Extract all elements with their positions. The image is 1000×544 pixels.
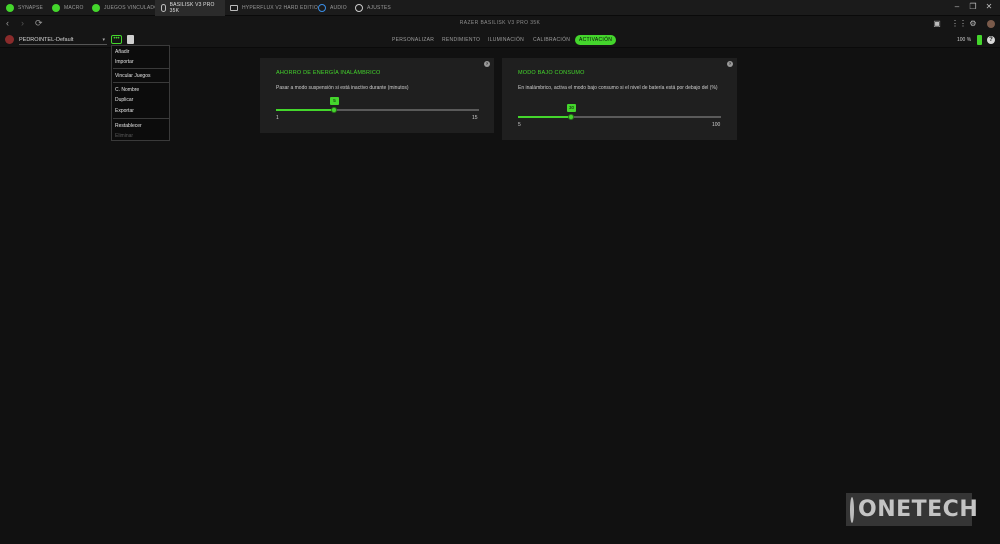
synapse-icon	[6, 4, 14, 12]
apps-grid-icon[interactable]: ⋮⋮	[951, 20, 967, 28]
help-icon[interactable]: ?	[987, 36, 995, 44]
gear-icon	[355, 4, 363, 12]
tab-settings[interactable]: AJUSTES	[355, 0, 391, 16]
tab-linked-games[interactable]: JUEGOS VINCULADOS	[92, 0, 162, 16]
menu-divider	[113, 82, 169, 83]
device-title: RAZER BASILISK V3 PRO 35K	[459, 20, 541, 26]
slider-max: 15	[472, 115, 478, 121]
help-icon[interactable]: ?	[727, 61, 733, 67]
games-icon	[92, 4, 100, 12]
profile-select[interactable]: PEDROINTEL-Default ▾	[19, 35, 107, 45]
tab-label: BASILISK V3 PRO 35K	[169, 2, 215, 14]
tab-label: AJUSTES	[367, 5, 391, 11]
sleep-slider-fill	[276, 109, 334, 111]
watermark-text: ONETECH	[858, 497, 979, 522]
low-power-slider-handle[interactable]	[568, 114, 575, 120]
tab-label: HYPERFLUX V2 HARD EDITIO	[242, 5, 318, 11]
tab-iluminacion[interactable]: ILUMINACIÓN	[488, 35, 524, 45]
tab-label: SYNAPSE	[18, 5, 44, 11]
watermark: ONETECH	[846, 493, 978, 526]
app-tab-bar: SYNAPSE MACRO JUEGOS VINCULADOS BASILISK…	[0, 0, 1000, 16]
clipboard-icon[interactable]	[127, 35, 134, 44]
nav-bar: ‹ › ⟳ RAZER BASILISK V3 PRO 35K ▣ ⋮⋮ ⚙	[0, 16, 1000, 32]
profile-name: PEDROINTEL-Default	[19, 36, 74, 43]
tab-rendimiento[interactable]: RENDIMIENTO	[442, 35, 480, 45]
help-icon[interactable]: ?	[484, 61, 490, 67]
tab-hyperflux[interactable]: HYPERFLUX V2 HARD EDITIO	[230, 0, 318, 16]
mouse-icon	[161, 4, 166, 12]
panel-description: En inalámbrico, activa el modo bajo cons…	[518, 85, 718, 91]
wireless-power-saving-panel: AHORRO DE ENERGÍA INALÁMBRICO ? Pasar a …	[260, 58, 494, 133]
menu-item-add[interactable]: Añadir	[115, 49, 129, 55]
maximize-button[interactable]: ❐	[966, 2, 980, 11]
more-options-button[interactable]: •••	[111, 35, 122, 44]
slider-value: 5	[330, 97, 339, 105]
tab-label: JUEGOS VINCULADOS	[104, 5, 162, 11]
chevron-down-icon: ▾	[102, 36, 105, 43]
audio-icon	[318, 4, 326, 12]
sleep-slider-handle[interactable]	[330, 107, 337, 113]
tab-calibracion[interactable]: CALIBRACIÓN	[533, 35, 570, 45]
avatar[interactable]	[987, 20, 995, 28]
notes-icon[interactable]: ▣	[933, 20, 941, 28]
menu-item-link-games[interactable]: Vincular Juegos	[115, 73, 151, 79]
menu-divider	[113, 118, 169, 119]
minimize-button[interactable]: –	[950, 2, 964, 11]
panel-title: MODO BAJO CONSUMO	[518, 70, 585, 76]
battery-level: 100 %	[957, 37, 972, 43]
tab-personalizar[interactable]: PERSONALIZAR	[392, 35, 434, 45]
menu-item-duplicate[interactable]: Duplicar	[115, 97, 133, 103]
close-button[interactable]: ✕	[982, 2, 996, 11]
menu-item-export[interactable]: Exportar	[115, 108, 134, 114]
watermark-logo-icon	[850, 496, 854, 523]
low-power-slider-fill	[518, 116, 572, 118]
tab-basilisk[interactable]: BASILISK V3 PRO 35K	[155, 0, 225, 16]
low-power-mode-panel: MODO BAJO CONSUMO ? En inalámbrico, acti…	[502, 58, 737, 140]
profile-logo-icon	[5, 35, 14, 44]
mousepad-icon	[230, 5, 238, 11]
macro-icon	[52, 4, 60, 12]
slider-value: 30	[567, 104, 577, 112]
tab-label: AUDIO	[330, 5, 347, 11]
battery-icon	[977, 35, 982, 45]
menu-item-reset[interactable]: Restablecer	[115, 123, 142, 129]
slider-max: 100	[712, 122, 721, 128]
slider-min: 1	[276, 115, 279, 121]
slider-min: 5	[518, 122, 521, 128]
profile-options-menu: Añadir Importar Vincular Juegos C. Nombr…	[111, 45, 170, 141]
menu-item-rename[interactable]: C. Nombre	[115, 87, 139, 93]
tab-synapse[interactable]: SYNAPSE	[6, 0, 43, 16]
menu-item-import[interactable]: Importar	[115, 59, 134, 65]
gear-icon[interactable]: ⚙	[969, 20, 977, 28]
tab-audio[interactable]: AUDIO	[318, 0, 347, 16]
menu-item-delete: Eliminar	[115, 133, 134, 139]
tab-label: MACRO	[64, 5, 84, 11]
panel-description: Pasar a modo suspensión si está inactivo…	[276, 85, 409, 91]
menu-divider	[113, 68, 169, 69]
tab-activacion[interactable]: ACTIVACIÓN	[575, 35, 617, 45]
tab-macro[interactable]: MACRO	[52, 0, 84, 16]
panel-title: AHORRO DE ENERGÍA INALÁMBRICO	[276, 70, 381, 76]
